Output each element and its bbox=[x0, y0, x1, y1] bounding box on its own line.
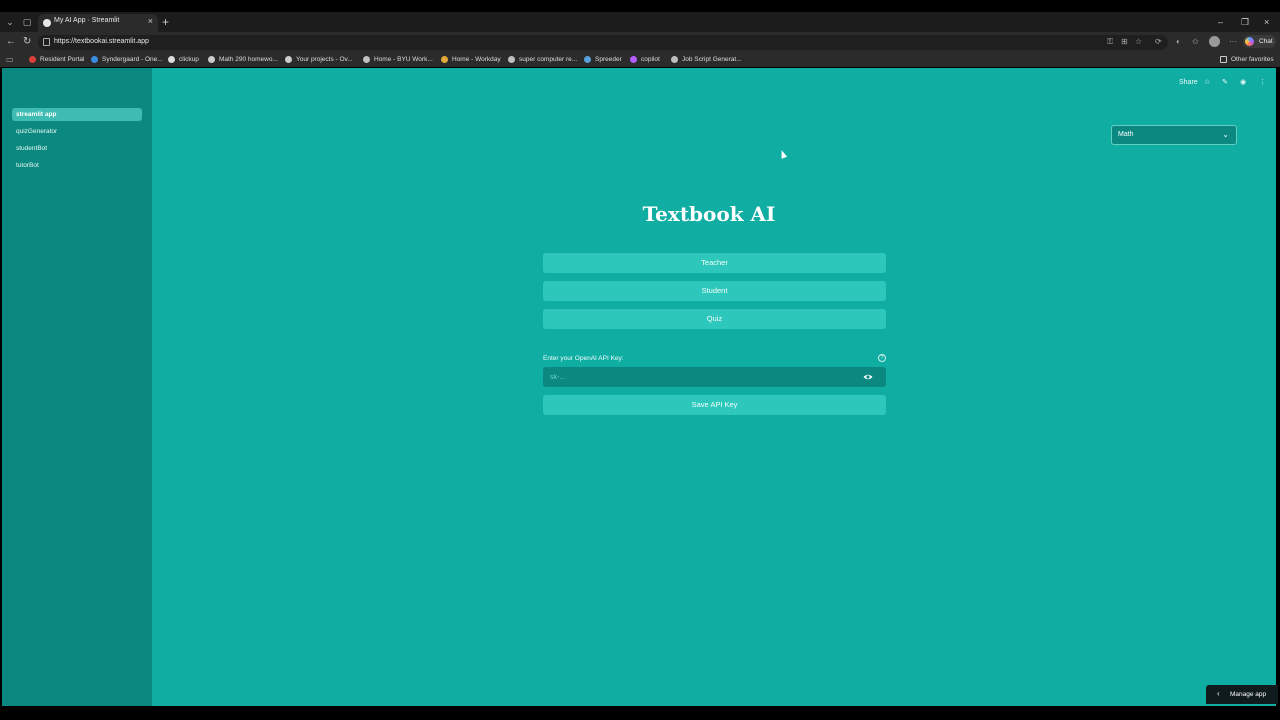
copilot-icon bbox=[630, 56, 637, 63]
y-icon bbox=[671, 56, 678, 63]
refresh-icon[interactable]: ↻ bbox=[23, 36, 31, 48]
tab-title: My AI App · Streamlit bbox=[54, 17, 120, 24]
browser-extension-icon[interactable]: ◐ bbox=[1176, 36, 1181, 48]
bookmark-label: super computer re... bbox=[519, 56, 578, 63]
subject-select-value: Math bbox=[1118, 131, 1134, 138]
other-favorites-folder[interactable]: Other favorites bbox=[1220, 54, 1274, 65]
copilot-chat-label: Chat bbox=[1259, 38, 1273, 45]
star-icon[interactable]: ☆ bbox=[1204, 78, 1210, 88]
tab-strip: ⌄ ▢ My AI App · Streamlit × + – ❐ × bbox=[0, 12, 1280, 32]
bookmark-label: Math 290 homewo... bbox=[219, 56, 278, 63]
show-password-eye-icon[interactable] bbox=[863, 372, 873, 382]
sidebar-item-quiz-generator[interactable]: quizGenerator bbox=[12, 125, 142, 138]
y-icon bbox=[508, 56, 515, 63]
bookmark-label: Spreeder bbox=[595, 56, 622, 63]
api-key-label: Enter your OpenAI API Key: bbox=[543, 355, 624, 362]
bookmark-label: clickup bbox=[179, 56, 199, 63]
extensions-refresh-icon[interactable]: ⟳ bbox=[1155, 36, 1162, 48]
streamlit-app: streamlit app quizGenerator studentBot t… bbox=[2, 68, 1276, 706]
workspaces-icon[interactable]: ▢ bbox=[20, 15, 34, 29]
api-key-input[interactable] bbox=[543, 367, 886, 387]
key-icon[interactable]: ⚿ bbox=[1107, 36, 1113, 48]
profile-avatar[interactable] bbox=[1209, 36, 1220, 47]
manage-app-label: Manage app bbox=[1230, 691, 1267, 698]
copilot-chat-button[interactable]: Chat bbox=[1243, 35, 1276, 48]
folder-icon bbox=[1220, 56, 1227, 63]
bookmark-item[interactable]: Spreeder bbox=[584, 54, 622, 65]
globe-icon bbox=[285, 56, 292, 63]
bookmark-item[interactable]: Resident Portal bbox=[29, 54, 84, 65]
chevron-down-icon: ⌄ bbox=[1222, 130, 1229, 139]
sidebar-item-tutor-bot[interactable]: tutorBot bbox=[12, 159, 142, 172]
globe-icon bbox=[208, 56, 215, 63]
bookmark-item[interactable]: copilot bbox=[630, 54, 660, 65]
y-icon bbox=[363, 56, 370, 63]
favorites-icon[interactable]: ✩ bbox=[1192, 36, 1199, 48]
spreeder-icon bbox=[584, 56, 591, 63]
manage-app-button[interactable]: ‹ Manage app bbox=[1206, 685, 1278, 704]
bookmark-item[interactable]: super computer re... bbox=[508, 54, 577, 65]
bookmark-item[interactable]: Your projects - Ov... bbox=[285, 54, 353, 65]
bookmark-label: copilot bbox=[641, 56, 660, 63]
page-title: Textbook AI bbox=[642, 202, 776, 226]
help-question-icon[interactable]: ? bbox=[878, 354, 886, 362]
bookmark-item[interactable]: Home - BYU Work... bbox=[363, 54, 433, 65]
bookmark-label: Your projects - Ov... bbox=[296, 56, 353, 63]
bookmark-label: Syndergaard - One... bbox=[102, 56, 163, 63]
tab-close-icon[interactable]: × bbox=[148, 16, 153, 26]
window-titlebar bbox=[0, 0, 1280, 12]
main-menu-icon[interactable]: ⋮ bbox=[1259, 78, 1266, 88]
workday-icon bbox=[441, 56, 448, 63]
back-arrow-icon[interactable]: ← bbox=[6, 36, 16, 48]
teacher-button[interactable]: Teacher bbox=[543, 253, 886, 273]
portal-icon bbox=[29, 56, 36, 63]
bookmark-item[interactable]: Math 290 homewo... bbox=[208, 54, 278, 65]
window-close-icon[interactable]: × bbox=[1264, 15, 1269, 29]
tab-list-chevron-icon[interactable]: ⌄ bbox=[3, 15, 17, 29]
bookmark-item[interactable]: Syndergaard - One... bbox=[91, 54, 163, 65]
more-menu-icon[interactable]: ··· bbox=[1229, 36, 1237, 48]
save-api-key-button[interactable]: Save API Key bbox=[543, 395, 886, 415]
sidebar: streamlit app quizGenerator studentBot t… bbox=[2, 68, 152, 706]
sidebar-item-student-bot[interactable]: studentBot bbox=[12, 142, 142, 155]
mouse-cursor-icon bbox=[778, 149, 788, 159]
streamlit-favicon-icon bbox=[43, 19, 51, 27]
bookmark-label: Job Script Generat... bbox=[682, 56, 742, 63]
cloud-icon bbox=[91, 56, 98, 63]
address-toolbar: ← ↻ https://textbookai.streamlit.app ⚿ ⊞… bbox=[0, 32, 1280, 52]
url-text: https://textbookai.streamlit.app bbox=[54, 38, 149, 45]
browser-tab-active[interactable]: My AI App · Streamlit × bbox=[38, 14, 158, 32]
other-favorites-label: Other favorites bbox=[1231, 56, 1274, 63]
bookmark-label: Home - Workday bbox=[452, 56, 501, 63]
subject-select[interactable]: Math ⌄ bbox=[1111, 125, 1237, 145]
minimize-icon[interactable]: – bbox=[1218, 15, 1223, 29]
new-tab-button[interactable]: + bbox=[162, 15, 169, 29]
bookmark-label: Resident Portal bbox=[40, 56, 85, 63]
share-button[interactable]: Share bbox=[1179, 78, 1198, 88]
copilot-icon bbox=[1245, 37, 1254, 46]
github-icon[interactable]: ◉ bbox=[1240, 78, 1246, 88]
tab-actions-icon[interactable]: ▭ bbox=[6, 54, 14, 66]
chevron-left-icon: ‹ bbox=[1217, 689, 1220, 698]
edit-pencil-icon[interactable]: ✎ bbox=[1222, 78, 1228, 88]
quiz-button[interactable]: Quiz bbox=[543, 309, 886, 329]
bookmark-label: Home - BYU Work... bbox=[374, 56, 433, 63]
app-available-icon[interactable]: ⊞ bbox=[1121, 36, 1128, 48]
site-info-icon[interactable] bbox=[43, 38, 50, 46]
sidebar-item-streamlit-app[interactable]: streamlit app bbox=[12, 108, 142, 121]
restore-icon[interactable]: ❐ bbox=[1241, 15, 1249, 29]
bookmark-item[interactable]: Home - Workday bbox=[441, 54, 501, 65]
clickup-icon bbox=[168, 56, 175, 63]
bookmark-item[interactable]: clickup bbox=[168, 54, 199, 65]
student-button[interactable]: Student bbox=[543, 281, 886, 301]
bookmarks-bar: ▭ Resident Portal Syndergaard - One... cli… bbox=[0, 52, 1280, 67]
favorite-star-icon[interactable]: ☆ bbox=[1135, 36, 1142, 48]
bookmark-item[interactable]: Job Script Generat... bbox=[671, 54, 742, 65]
address-bar[interactable]: https://textbookai.streamlit.app ⚿ ⊞ ☆ bbox=[38, 35, 1168, 50]
